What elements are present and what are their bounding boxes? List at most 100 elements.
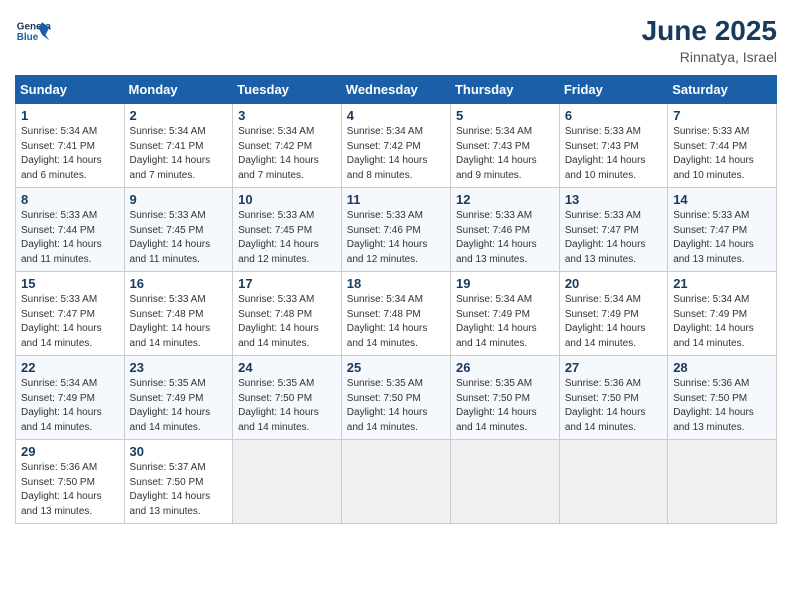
day-info: Sunrise: 5:34 AM Sunset: 7:42 PM Dayligh… bbox=[347, 125, 445, 183]
column-header-monday: Monday bbox=[124, 76, 233, 104]
calendar-cell: 30Sunrise: 5:37 AM Sunset: 7:50 PM Dayli… bbox=[124, 440, 233, 524]
calendar-cell bbox=[341, 440, 450, 524]
day-number: 30 bbox=[130, 444, 228, 459]
column-header-thursday: Thursday bbox=[450, 76, 559, 104]
calendar-cell: 29 Sunrise: 5:36 AM Sunset: 7:50 PM Dayli… bbox=[16, 440, 125, 524]
day-number: 10 bbox=[238, 192, 336, 207]
page-header: General Blue June 2025 Rinnatya, Israel bbox=[15, 15, 777, 65]
column-header-tuesday: Tuesday bbox=[233, 76, 342, 104]
calendar-cell: 1 Sunrise: 5:34 AM Sunset: 7:41 PM Daylig… bbox=[16, 104, 125, 188]
day-info: Sunrise: 5:34 AM Sunset: 7:48 PM Dayligh… bbox=[347, 293, 445, 351]
day-number: 28 bbox=[673, 360, 771, 375]
day-info: Sunrise: 5:33 AM Sunset: 7:48 PM Dayligh… bbox=[130, 293, 228, 351]
calendar-cell: 5Sunrise: 5:34 AM Sunset: 7:43 PM Daylig… bbox=[450, 104, 559, 188]
day-info: Sunrise: 5:33 AM Sunset: 7:46 PM Dayligh… bbox=[456, 209, 554, 267]
day-info: Sunrise: 5:35 AM Sunset: 7:50 PM Dayligh… bbox=[347, 377, 445, 435]
day-number: 29 bbox=[21, 444, 119, 459]
week-row-4: 22 Sunrise: 5:34 AM Sunset: 7:49 PM Dayli… bbox=[16, 356, 777, 440]
calendar-cell: 18Sunrise: 5:34 AM Sunset: 7:48 PM Dayli… bbox=[341, 272, 450, 356]
calendar-cell: 23 Sunrise: 5:35 AM Sunset: 7:49 PM Dayli… bbox=[124, 356, 233, 440]
day-number: 1 bbox=[21, 108, 119, 123]
day-number: 17 bbox=[238, 276, 336, 291]
day-number: 11 bbox=[347, 192, 445, 207]
calendar-cell: 26 Sunrise: 5:35 AM Sunset: 7:50 PM Dayli… bbox=[450, 356, 559, 440]
calendar-cell: 17 Sunrise: 5:33 AM Sunset: 7:48 PM Dayli… bbox=[233, 272, 342, 356]
day-number: 7 bbox=[673, 108, 771, 123]
day-info: Sunrise: 5:33 AM Sunset: 7:45 PM Dayligh… bbox=[130, 209, 228, 267]
calendar-cell bbox=[233, 440, 342, 524]
calendar-cell: 13 Sunrise: 5:33 AM Sunset: 7:47 PM Dayli… bbox=[559, 188, 667, 272]
calendar-cell: 8Sunrise: 5:33 AM Sunset: 7:44 PM Daylig… bbox=[16, 188, 125, 272]
week-row-2: 8Sunrise: 5:33 AM Sunset: 7:44 PM Daylig… bbox=[16, 188, 777, 272]
calendar-cell: 24 Sunrise: 5:35 AM Sunset: 7:50 PM Dayli… bbox=[233, 356, 342, 440]
day-info: Sunrise: 5:34 AM Sunset: 7:42 PM Dayligh… bbox=[238, 125, 336, 183]
day-number: 16 bbox=[130, 276, 228, 291]
day-info: Sunrise: 5:33 AM Sunset: 7:43 PM Dayligh… bbox=[565, 125, 662, 183]
day-info: Sunrise: 5:33 AM Sunset: 7:44 PM Dayligh… bbox=[673, 125, 771, 183]
day-info: Sunrise: 5:34 AM Sunset: 7:49 PM Dayligh… bbox=[565, 293, 662, 351]
calendar-cell: 14Sunrise: 5:33 AM Sunset: 7:47 PM Dayli… bbox=[668, 188, 777, 272]
day-info: Sunrise: 5:33 AM Sunset: 7:47 PM Dayligh… bbox=[673, 209, 771, 267]
day-info: Sunrise: 5:35 AM Sunset: 7:50 PM Dayligh… bbox=[238, 377, 336, 435]
day-info: Sunrise: 5:33 AM Sunset: 7:47 PM Dayligh… bbox=[21, 293, 119, 351]
day-info: Sunrise: 5:33 AM Sunset: 7:48 PM Dayligh… bbox=[238, 293, 336, 351]
day-number: 2 bbox=[130, 108, 228, 123]
day-number: 12 bbox=[456, 192, 554, 207]
day-number: 20 bbox=[565, 276, 662, 291]
day-number: 21 bbox=[673, 276, 771, 291]
calendar-cell: 28 Sunrise: 5:36 AM Sunset: 7:50 PM Dayli… bbox=[668, 356, 777, 440]
calendar-header-row: SundayMondayTuesdayWednesdayThursdayFrid… bbox=[16, 76, 777, 104]
day-number: 3 bbox=[238, 108, 336, 123]
day-number: 5 bbox=[456, 108, 554, 123]
calendar-cell: 3 Sunrise: 5:34 AM Sunset: 7:42 PM Daylig… bbox=[233, 104, 342, 188]
day-info: Sunrise: 5:34 AM Sunset: 7:41 PM Dayligh… bbox=[21, 125, 119, 183]
logo: General Blue bbox=[15, 15, 51, 51]
location-title: Rinnatya, Israel bbox=[642, 49, 777, 65]
logo-icon: General Blue bbox=[15, 15, 51, 51]
calendar-cell: 20 Sunrise: 5:34 AM Sunset: 7:49 PM Dayli… bbox=[559, 272, 667, 356]
week-row-3: 15Sunrise: 5:33 AM Sunset: 7:47 PM Dayli… bbox=[16, 272, 777, 356]
calendar-cell: 16 Sunrise: 5:33 AM Sunset: 7:48 PM Dayli… bbox=[124, 272, 233, 356]
calendar-cell: 27 Sunrise: 5:36 AM Sunset: 7:50 PM Dayli… bbox=[559, 356, 667, 440]
day-info: Sunrise: 5:33 AM Sunset: 7:47 PM Dayligh… bbox=[565, 209, 662, 267]
day-number: 13 bbox=[565, 192, 662, 207]
column-header-wednesday: Wednesday bbox=[341, 76, 450, 104]
calendar-cell: 25Sunrise: 5:35 AM Sunset: 7:50 PM Dayli… bbox=[341, 356, 450, 440]
column-header-friday: Friday bbox=[559, 76, 667, 104]
day-info: Sunrise: 5:36 AM Sunset: 7:50 PM Dayligh… bbox=[565, 377, 662, 435]
day-number: 22 bbox=[21, 360, 119, 375]
day-number: 23 bbox=[130, 360, 228, 375]
day-info: Sunrise: 5:35 AM Sunset: 7:49 PM Dayligh… bbox=[130, 377, 228, 435]
calendar-cell bbox=[559, 440, 667, 524]
day-info: Sunrise: 5:36 AM Sunset: 7:50 PM Dayligh… bbox=[673, 377, 771, 435]
day-number: 26 bbox=[456, 360, 554, 375]
day-number: 19 bbox=[456, 276, 554, 291]
day-info: Sunrise: 5:35 AM Sunset: 7:50 PM Dayligh… bbox=[456, 377, 554, 435]
calendar-cell: 21 Sunrise: 5:34 AM Sunset: 7:49 PM Dayli… bbox=[668, 272, 777, 356]
calendar-table: SundayMondayTuesdayWednesdayThursdayFrid… bbox=[15, 75, 777, 524]
day-info: Sunrise: 5:34 AM Sunset: 7:49 PM Dayligh… bbox=[21, 377, 119, 435]
calendar-cell: 10Sunrise: 5:33 AM Sunset: 7:45 PM Dayli… bbox=[233, 188, 342, 272]
day-number: 27 bbox=[565, 360, 662, 375]
calendar-cell bbox=[450, 440, 559, 524]
day-info: Sunrise: 5:36 AM Sunset: 7:50 PM Dayligh… bbox=[21, 461, 119, 519]
calendar-cell: 7 Sunrise: 5:33 AM Sunset: 7:44 PM Daylig… bbox=[668, 104, 777, 188]
day-info: Sunrise: 5:34 AM Sunset: 7:49 PM Dayligh… bbox=[673, 293, 771, 351]
day-info: Sunrise: 5:34 AM Sunset: 7:49 PM Dayligh… bbox=[456, 293, 554, 351]
day-number: 6 bbox=[565, 108, 662, 123]
day-info: Sunrise: 5:33 AM Sunset: 7:46 PM Dayligh… bbox=[347, 209, 445, 267]
calendar-cell: 15Sunrise: 5:33 AM Sunset: 7:47 PM Dayli… bbox=[16, 272, 125, 356]
column-header-saturday: Saturday bbox=[668, 76, 777, 104]
calendar-cell: 9 Sunrise: 5:33 AM Sunset: 7:45 PM Daylig… bbox=[124, 188, 233, 272]
calendar-cell: 22 Sunrise: 5:34 AM Sunset: 7:49 PM Dayli… bbox=[16, 356, 125, 440]
month-title: June 2025 bbox=[642, 15, 777, 47]
day-number: 9 bbox=[130, 192, 228, 207]
week-row-1: 1 Sunrise: 5:34 AM Sunset: 7:41 PM Daylig… bbox=[16, 104, 777, 188]
day-number: 4 bbox=[347, 108, 445, 123]
calendar-cell: 12 Sunrise: 5:33 AM Sunset: 7:46 PM Dayli… bbox=[450, 188, 559, 272]
day-number: 24 bbox=[238, 360, 336, 375]
day-number: 8 bbox=[21, 192, 119, 207]
title-block: June 2025 Rinnatya, Israel bbox=[642, 15, 777, 65]
calendar-cell: 19 Sunrise: 5:34 AM Sunset: 7:49 PM Dayli… bbox=[450, 272, 559, 356]
week-row-5: 29 Sunrise: 5:36 AM Sunset: 7:50 PM Dayli… bbox=[16, 440, 777, 524]
